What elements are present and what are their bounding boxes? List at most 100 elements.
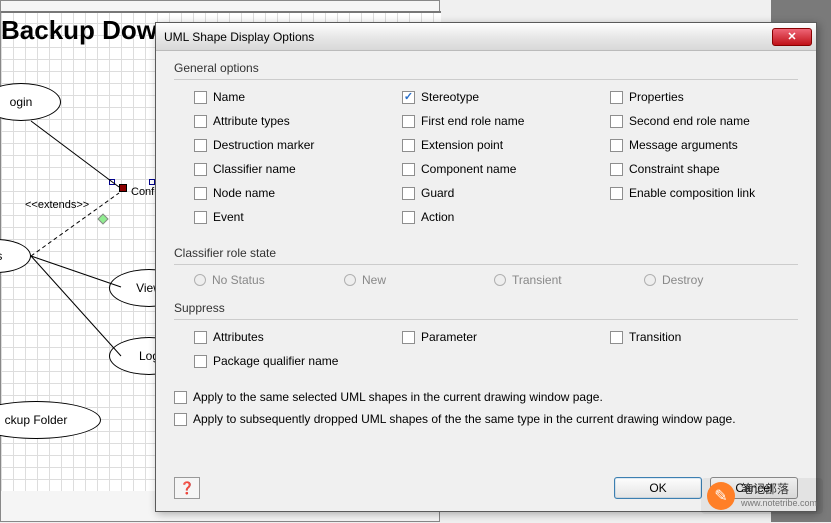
- shape-handle[interactable]: [109, 179, 115, 185]
- chk-constraint-shape[interactable]: Constraint shape: [590, 160, 798, 178]
- radio-destroy-label: Destroy: [662, 273, 703, 287]
- checkbox-icon: [402, 211, 415, 224]
- chk-parameter[interactable]: Parameter: [382, 328, 590, 346]
- checkbox-icon: [402, 115, 415, 128]
- general-options-group: Name Stereotype Properties Attribute typ…: [174, 79, 798, 232]
- chk-properties[interactable]: Properties: [590, 88, 798, 106]
- connection-point[interactable]: [119, 184, 127, 192]
- chk-transition[interactable]: Transition: [590, 328, 798, 346]
- chk-enable-composition-label: Enable composition link: [629, 186, 755, 200]
- chk-apply-subsequent-label: Apply to subsequently dropped UML shapes…: [193, 412, 736, 426]
- checkbox-icon: [194, 211, 207, 224]
- chk-classifier-name-label: Classifier name: [213, 162, 296, 176]
- suppress-label: Suppress: [174, 301, 798, 315]
- chk-destruction-marker-label: Destruction marker: [213, 138, 314, 152]
- radio-icon: [644, 274, 656, 286]
- chk-second-end-role[interactable]: Second end role name: [590, 112, 798, 130]
- chk-attributes-label: Attributes: [213, 330, 264, 344]
- checkbox-icon: [610, 91, 623, 104]
- checkbox-icon: [402, 187, 415, 200]
- usecase-login-label: ogin: [10, 95, 33, 109]
- chk-extension-point-label: Extension point: [421, 138, 503, 152]
- general-options-label: General options: [174, 61, 798, 75]
- checkbox-icon: [194, 355, 207, 368]
- chk-classifier-name[interactable]: Classifier name: [174, 160, 382, 178]
- watermark-url: www.notetribe.com: [741, 498, 817, 508]
- checkbox-icon: [402, 139, 415, 152]
- chk-event-label: Event: [213, 210, 244, 224]
- chk-name[interactable]: Name: [174, 88, 382, 106]
- watermark-icon: ✎: [707, 482, 735, 510]
- radio-transient: Transient: [494, 273, 644, 287]
- watermark: ✎ 笔记部落 www.notetribe.com: [701, 478, 823, 514]
- chk-guard-label: Guard: [421, 186, 454, 200]
- radio-icon: [494, 274, 506, 286]
- dialog-content: General options Name Stereotype Properti…: [156, 51, 816, 444]
- empty-cell: [583, 352, 798, 370]
- usecase-gs-label: gs: [0, 249, 2, 263]
- chk-parameter-label: Parameter: [421, 330, 477, 344]
- watermark-text: 笔记部落 www.notetribe.com: [741, 483, 817, 508]
- chk-apply-subsequent[interactable]: Apply to subsequently dropped UML shapes…: [174, 412, 798, 426]
- chk-stereotype[interactable]: Stereotype: [382, 88, 590, 106]
- chk-attribute-types[interactable]: Attribute types: [174, 112, 382, 130]
- radio-icon: [194, 274, 206, 286]
- watermark-name: 笔记部落: [741, 483, 817, 496]
- canvas-border: [1, 11, 441, 13]
- stereotype-label: <<extends>>: [25, 199, 89, 211]
- titlebar[interactable]: UML Shape Display Options ✕: [156, 23, 816, 51]
- chk-node-name-label: Node name: [213, 186, 275, 200]
- diagram-title: Backup Dow: [1, 15, 157, 46]
- chk-guard[interactable]: Guard: [382, 184, 590, 202]
- checkbox-icon: [610, 115, 623, 128]
- chk-first-end-role-label: First end role name: [421, 114, 524, 128]
- radio-new: New: [344, 273, 494, 287]
- uml-shape-display-options-dialog: UML Shape Display Options ✕ General opti…: [155, 22, 817, 512]
- checkbox-icon: [610, 139, 623, 152]
- usecase-backup-folder-label: ckup Folder: [5, 413, 68, 427]
- checkbox-icon: [194, 163, 207, 176]
- empty-cell: [590, 208, 798, 226]
- radio-destroy: Destroy: [644, 273, 794, 287]
- checkbox-icon: [402, 91, 415, 104]
- checkbox-icon: [402, 163, 415, 176]
- radio-icon: [344, 274, 356, 286]
- help-icon: ❓: [180, 481, 195, 495]
- chk-event[interactable]: Event: [174, 208, 382, 226]
- close-button[interactable]: ✕: [772, 28, 812, 46]
- chk-transition-label: Transition: [629, 330, 681, 344]
- help-button[interactable]: ❓: [174, 477, 200, 499]
- chk-stereotype-label: Stereotype: [421, 90, 479, 104]
- chk-extension-point[interactable]: Extension point: [382, 136, 590, 154]
- radio-transient-label: Transient: [512, 273, 562, 287]
- chk-first-end-role[interactable]: First end role name: [382, 112, 590, 130]
- chk-second-end-role-label: Second end role name: [629, 114, 750, 128]
- chk-apply-same[interactable]: Apply to the same selected UML shapes in…: [174, 390, 798, 404]
- radio-no-status: No Status: [194, 273, 344, 287]
- chk-name-label: Name: [213, 90, 245, 104]
- chk-attributes[interactable]: Attributes: [174, 328, 382, 346]
- checkbox-icon: [194, 139, 207, 152]
- chk-properties-label: Properties: [629, 90, 684, 104]
- dialog-title: UML Shape Display Options: [164, 30, 772, 44]
- classifier-role-state-group: No Status New Transient Destroy: [174, 264, 798, 287]
- suppress-group: Attributes Parameter Transition Package …: [174, 319, 798, 376]
- checkbox-icon: [194, 187, 207, 200]
- chk-node-name[interactable]: Node name: [174, 184, 382, 202]
- classifier-role-state-label: Classifier role state: [174, 246, 798, 260]
- chk-package-qualifier-label: Package qualifier name: [213, 354, 338, 368]
- checkbox-icon: [174, 413, 187, 426]
- radio-no-status-label: No Status: [212, 273, 265, 287]
- chk-action-label: Action: [421, 210, 454, 224]
- checkbox-icon: [174, 391, 187, 404]
- chk-destruction-marker[interactable]: Destruction marker: [174, 136, 382, 154]
- chk-message-arguments[interactable]: Message arguments: [590, 136, 798, 154]
- chk-enable-composition[interactable]: Enable composition link: [590, 184, 798, 202]
- chk-package-qualifier[interactable]: Package qualifier name: [174, 352, 583, 370]
- chk-action[interactable]: Action: [382, 208, 590, 226]
- checkbox-icon: [610, 163, 623, 176]
- chk-constraint-shape-label: Constraint shape: [629, 162, 720, 176]
- chk-apply-same-label: Apply to the same selected UML shapes in…: [193, 390, 603, 404]
- ok-button[interactable]: OK: [614, 477, 702, 499]
- chk-component-name[interactable]: Component name: [382, 160, 590, 178]
